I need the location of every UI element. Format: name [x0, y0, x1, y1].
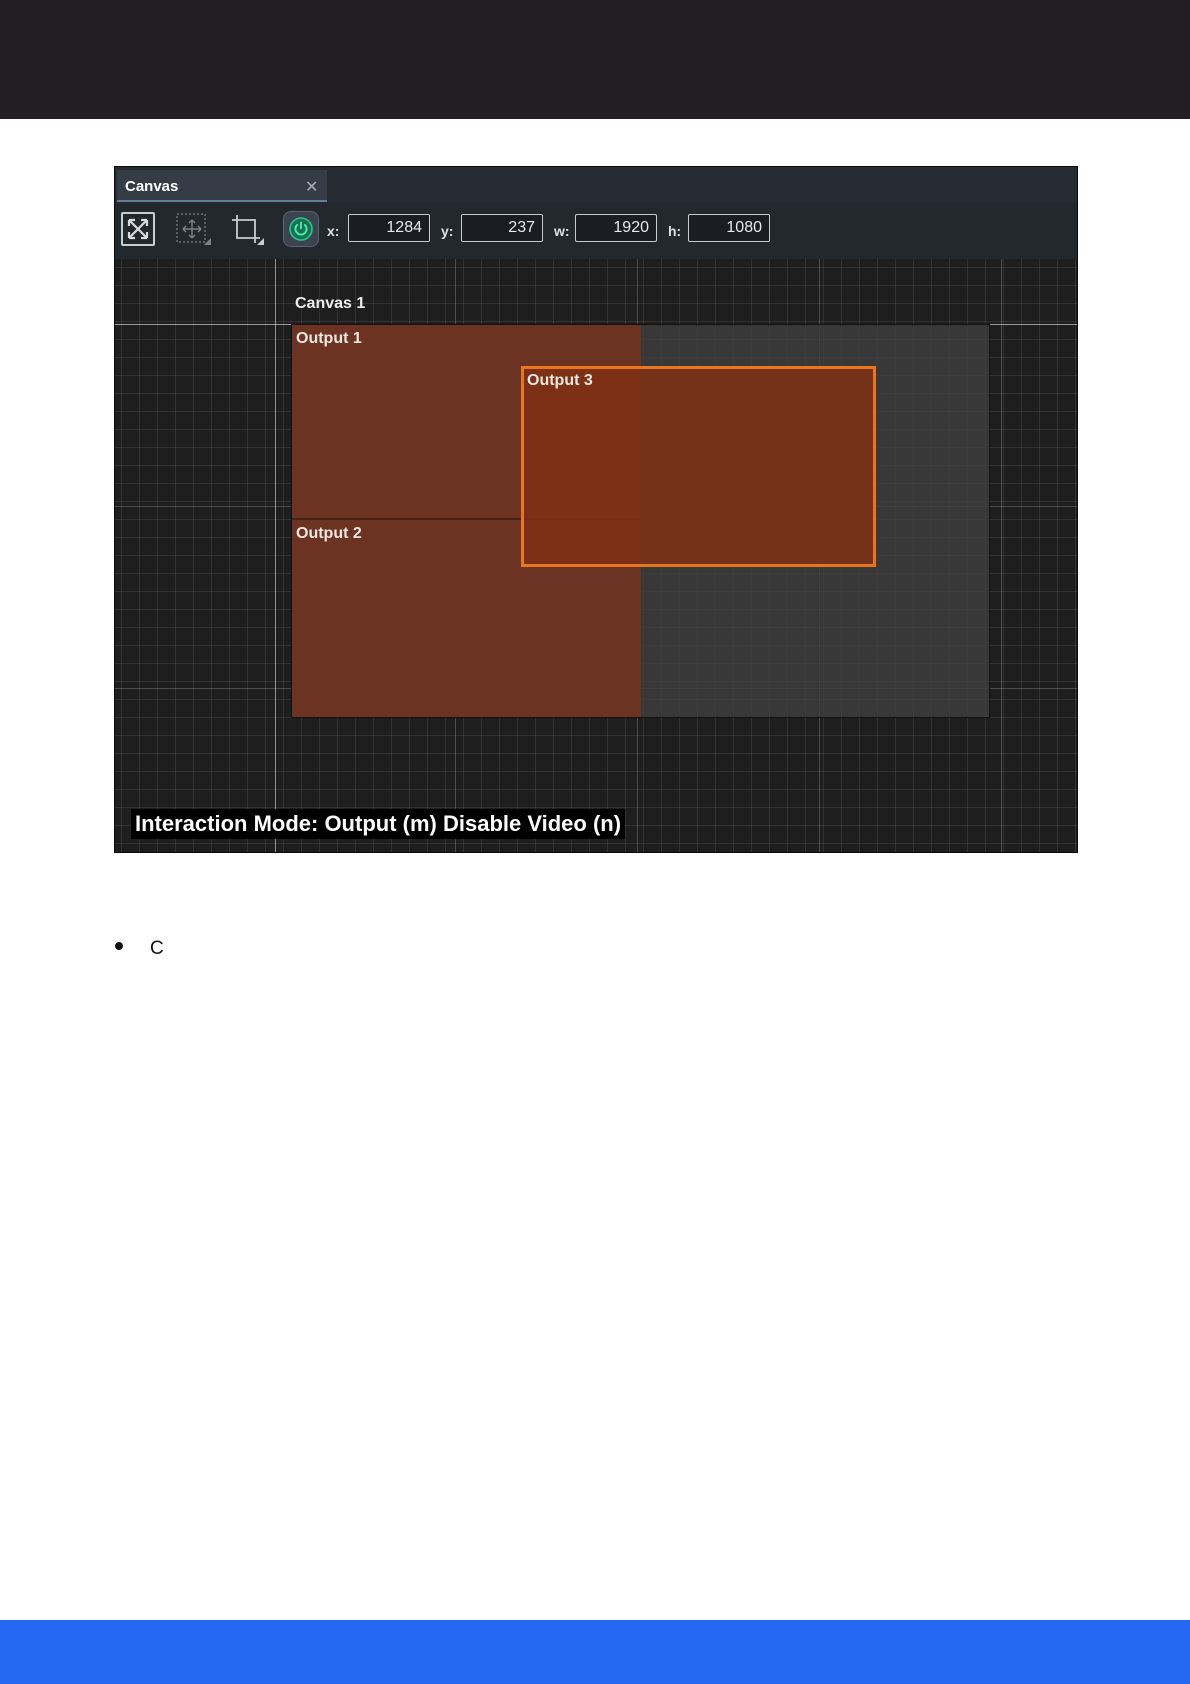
crop-button[interactable]	[229, 212, 264, 246]
tab-canvas[interactable]: Canvas ✕	[117, 170, 327, 202]
close-icon[interactable]: ✕	[305, 177, 318, 197]
panel-tab-bar: Canvas ✕	[115, 167, 1077, 203]
tab-title: Canvas	[125, 178, 179, 195]
output-label: Output 1	[296, 330, 362, 347]
x-label: x:	[327, 223, 340, 239]
x-input[interactable]: 1284	[348, 214, 430, 242]
y-label: y:	[441, 223, 454, 239]
height-input[interactable]: 1080	[688, 214, 770, 242]
y-input[interactable]: 237	[461, 214, 543, 242]
interaction-mode-status: Interaction Mode: Output (m) Disable Vid…	[131, 809, 626, 839]
grid-line	[1001, 259, 1002, 852]
move-button[interactable]	[175, 212, 211, 246]
page-footer-band	[0, 1620, 1190, 1684]
output-label: Output 2	[296, 525, 362, 542]
list-item-text: C	[150, 938, 164, 959]
canvas-origin-axis-vertical	[275, 259, 276, 852]
page-header-band	[0, 0, 1190, 119]
output-label: Output 3	[527, 372, 593, 389]
width-input[interactable]: 1920	[575, 214, 657, 242]
canvas-label: Canvas 1	[295, 295, 366, 312]
h-label: h:	[668, 223, 682, 239]
list-bullet	[115, 942, 123, 950]
canvas-toolbar: x: 1284 y: 237 w: 1920 h: 1080	[115, 203, 1077, 259]
w-label: w:	[554, 223, 570, 239]
dropdown-corner-icon	[257, 238, 264, 245]
fit-to-view-button[interactable]	[121, 212, 155, 246]
power-icon	[289, 217, 313, 241]
canvas-panel: Canvas ✕ x: 1284 y: 237 w: 1920 h: 1080 …	[114, 166, 1078, 853]
power-toggle-button[interactable]	[283, 211, 319, 247]
canvas-workspace[interactable]: Canvas 1 Output 1 Output 2 Output 3 Inte…	[115, 259, 1077, 852]
fit-to-view-icon	[127, 218, 149, 240]
dropdown-corner-icon	[204, 238, 211, 245]
output-3-selected[interactable]: Output 3	[521, 366, 876, 567]
